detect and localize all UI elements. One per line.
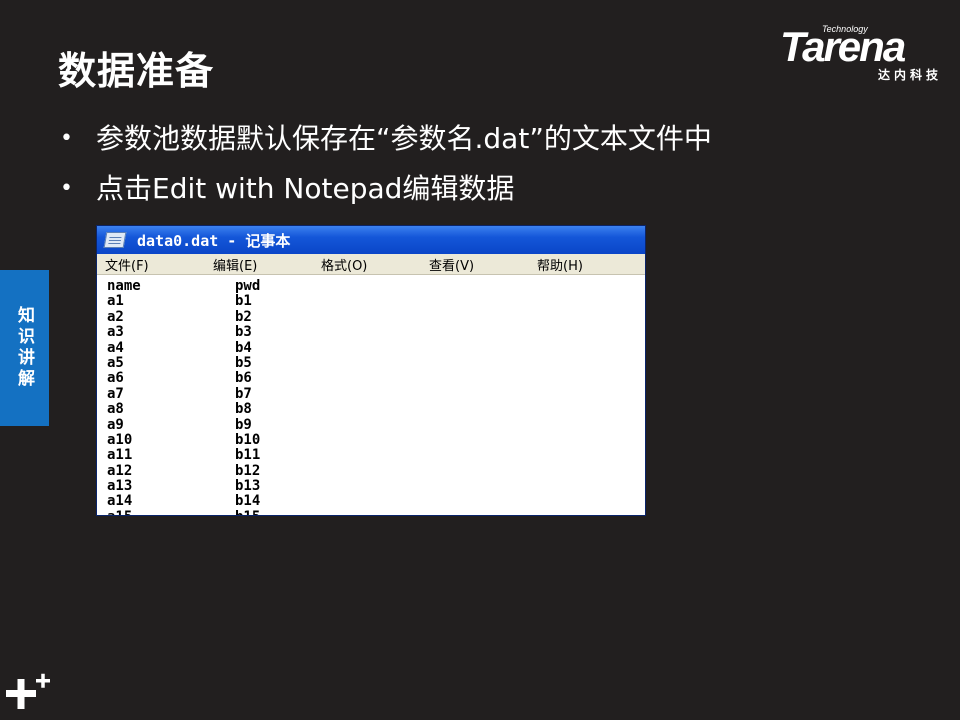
notepad-menubar: 文件(F) 编辑(E) 格式(O) 查看(V) 帮助(H): [97, 254, 645, 275]
pwd-cell: b14: [235, 493, 261, 510]
bullet-text: 参数池数据默认保存在“参数名.dat”的文本文件中: [96, 122, 712, 155]
text-line: a2 b2: [107, 308, 645, 325]
text-line: a6 b6: [107, 370, 645, 387]
pwd-cell: b8: [235, 401, 252, 418]
bullet-item: • 参数池数据默认保存在“参数名.dat”的文本文件中: [58, 118, 712, 168]
bullet-list: • 参数池数据默认保存在“参数名.dat”的文本文件中 • 点击Edit wit…: [58, 118, 712, 218]
name-cell: a5: [107, 354, 124, 371]
name-cell: a13: [107, 478, 133, 495]
name-cell: a7: [107, 385, 124, 402]
pwd-cell: b13: [235, 478, 261, 495]
text-line: a13 b13: [107, 478, 645, 495]
pwd-cell: pwd: [235, 278, 261, 294]
pwd-cell: b15: [235, 509, 260, 515]
name-cell: a4: [107, 339, 124, 356]
text-line: a4 b4: [107, 339, 645, 356]
pwd-cell: b9: [235, 416, 252, 433]
text-line: a10 b10: [107, 431, 645, 448]
pwd-cell: b5: [235, 354, 252, 371]
name-cell: name: [107, 278, 141, 294]
text-line: a15b15: [107, 509, 645, 515]
bullet-text: 点击Edit with Notepad编辑数据: [96, 172, 515, 205]
text-line: a12 b12: [107, 462, 645, 479]
pwd-cell: b12: [235, 462, 261, 479]
notepad-window: data0.dat - 记事本 文件(F) 编辑(E) 格式(O) 查看(V) …: [96, 225, 646, 516]
notepad-text-area[interactable]: name pwd a1 b1 a2 b2 a3 b3 a4 b4 a5 b5 a6 b6 a7 b7 a8 b8 a…: [97, 275, 645, 515]
name-cell: a1: [107, 293, 124, 310]
menu-edit[interactable]: 编辑(E): [213, 255, 321, 274]
pwd-cell: b7: [235, 385, 252, 402]
bullet-dot-icon: •: [60, 126, 73, 151]
pwd-cell: b1: [235, 293, 252, 310]
logo-subtitle: 达内科技: [877, 68, 942, 82]
text-line: a9 b9: [107, 416, 645, 433]
section-side-tab: 知识讲解: [0, 270, 49, 426]
pwd-cell: b10: [235, 431, 261, 448]
name-cell: a3: [107, 324, 124, 341]
pwd-cell: b11: [235, 447, 261, 464]
name-cell: a10: [107, 431, 133, 448]
tarena-logo: Tarena Technology 达内科技: [780, 24, 944, 84]
menu-help[interactable]: 帮助(H): [537, 255, 645, 274]
menu-view[interactable]: 查看(V): [429, 255, 537, 274]
menu-file[interactable]: 文件(F): [105, 255, 213, 274]
name-cell: a15: [107, 509, 235, 515]
side-tab-label: 知识讲解: [14, 306, 34, 390]
name-cell: a6: [107, 370, 124, 387]
text-line: a11 b11: [107, 447, 645, 464]
slide-title: 数据准备: [58, 49, 215, 93]
pwd-cell: b2: [235, 308, 252, 325]
text-line: a14 b14: [107, 493, 645, 510]
text-line: a8 b8: [107, 401, 645, 418]
pwd-cell: b6: [235, 370, 252, 387]
pwd-cell: b3: [235, 324, 252, 341]
bullet-item: • 点击Edit with Notepad编辑数据: [58, 168, 712, 218]
name-cell: a2: [107, 308, 124, 325]
name-cell: a14: [107, 493, 133, 510]
logo-tagline: Technology: [822, 24, 868, 34]
menu-format[interactable]: 格式(O): [321, 255, 429, 274]
pwd-cell: b4: [235, 339, 252, 356]
name-cell: a12: [107, 462, 133, 479]
text-line: name pwd: [107, 278, 645, 294]
text-line: a1 b1: [107, 293, 645, 310]
notepad-titlebar[interactable]: data0.dat - 记事本: [97, 226, 645, 254]
plus-icon: [6, 673, 50, 709]
name-cell: a8: [107, 401, 124, 418]
name-cell: a9: [107, 416, 124, 433]
name-cell: a11: [107, 447, 133, 464]
notepad-title: data0.dat - 记事本: [137, 231, 291, 250]
bullet-dot-icon: •: [60, 176, 73, 201]
notepad-icon: [103, 232, 127, 248]
text-line: a3 b3: [107, 324, 645, 341]
text-line: a5 b5: [107, 354, 645, 371]
text-line: a7 b7: [107, 385, 645, 402]
